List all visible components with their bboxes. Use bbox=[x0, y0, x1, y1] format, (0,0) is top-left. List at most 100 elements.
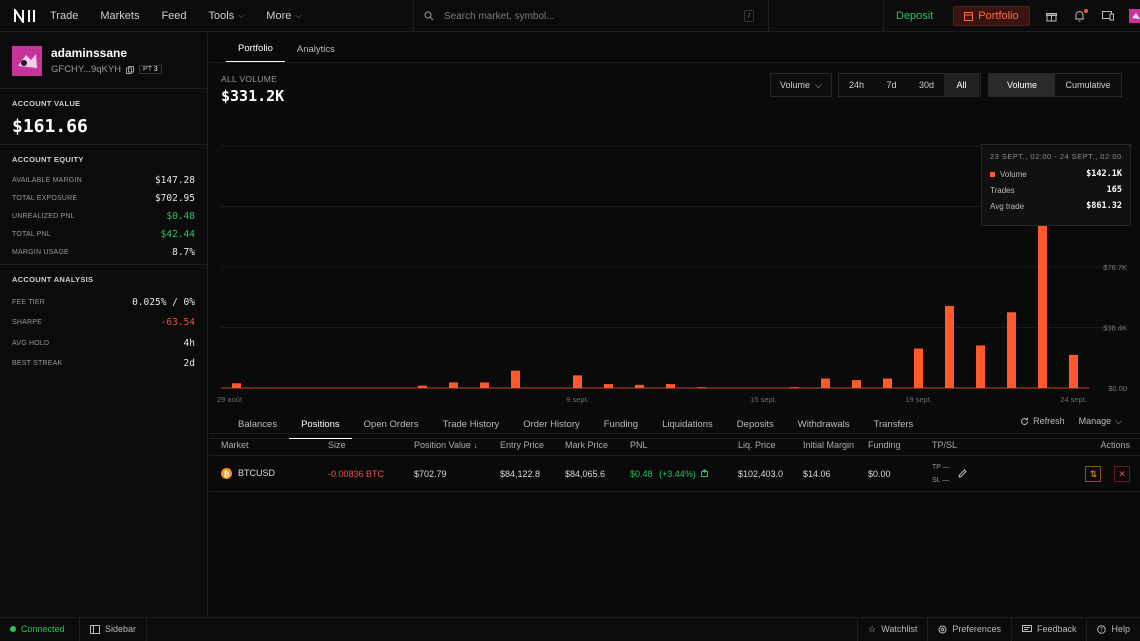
table-header: Market Size Position Value ↓ Entry Price… bbox=[209, 434, 1140, 456]
help-label: Help bbox=[1111, 624, 1130, 634]
volume-bar[interactable] bbox=[511, 370, 520, 388]
deposit-button[interactable]: Deposit bbox=[896, 10, 933, 22]
account-equity-title: ACCOUNT EQUITY bbox=[12, 155, 84, 164]
tooltip-row: Avg trade $861.32 bbox=[990, 198, 1122, 214]
col-entry-price[interactable]: Entry Price bbox=[500, 440, 565, 450]
device-button[interactable] bbox=[1094, 11, 1122, 21]
range-24h[interactable]: 24h bbox=[839, 74, 874, 96]
positions-table: Market Size Position Value ↓ Entry Price… bbox=[209, 434, 1140, 492]
svg-text:₿: ₿ bbox=[223, 469, 229, 478]
nav-trade[interactable]: Trade bbox=[50, 10, 78, 22]
col-initial-margin[interactable]: Initial Margin bbox=[803, 440, 868, 450]
tpsl-cell: TP — SL — bbox=[932, 461, 1022, 487]
col-liq-price[interactable]: Liq. Price bbox=[738, 440, 803, 450]
y-tick-label: $76.7K bbox=[1103, 263, 1127, 272]
analysis-label: FEE TIER bbox=[12, 298, 45, 306]
pnl-value: $0.48 bbox=[630, 468, 653, 479]
volume-bar[interactable] bbox=[418, 385, 427, 388]
tab-portfolio[interactable]: Portfolio bbox=[226, 43, 285, 62]
equity-label: TOTAL PNL bbox=[12, 230, 52, 238]
copy-icon[interactable] bbox=[126, 65, 135, 74]
col-funding[interactable]: Funding bbox=[868, 440, 932, 450]
volume-bar[interactable] bbox=[790, 387, 799, 389]
close-position-button[interactable]: ✕ bbox=[1114, 465, 1130, 482]
gift-button[interactable] bbox=[1038, 11, 1066, 22]
share-icon[interactable] bbox=[701, 468, 709, 477]
col-actions: Actions bbox=[1100, 439, 1130, 450]
account-value-title: ACCOUNT VALUE bbox=[12, 99, 81, 108]
tab-analytics[interactable]: Analytics bbox=[285, 44, 347, 62]
col-pnl[interactable]: PNL bbox=[630, 440, 738, 450]
volume-bar[interactable] bbox=[852, 380, 861, 388]
equity-row: TOTAL EXPOSURE $702.95 bbox=[12, 190, 195, 208]
volume-bar[interactable] bbox=[821, 378, 830, 388]
sidebar-toggle[interactable]: Sidebar bbox=[80, 617, 148, 641]
funding-cell: $0.00 bbox=[868, 468, 891, 479]
liq-price-cell: $102,403.0 bbox=[738, 468, 784, 479]
manage-button[interactable]: Manage ⌵ bbox=[1079, 416, 1122, 427]
mode-volume[interactable]: Volume bbox=[989, 74, 1055, 96]
nav-more[interactable]: More ⌵ bbox=[266, 10, 301, 22]
tooltip-label: Avg trade bbox=[990, 201, 1025, 211]
tooltip-value: $142.1K bbox=[1086, 169, 1122, 179]
wallet-row: GFCHY...9qKYH PT 3 bbox=[51, 64, 162, 75]
volume-bar[interactable] bbox=[914, 348, 923, 388]
analysis-value: 0.025% / 0% bbox=[132, 296, 195, 308]
account-analysis-section: ACCOUNT ANALYSIS FEE TIER 0.025% / 0% SHA… bbox=[0, 265, 207, 384]
volume-bar[interactable] bbox=[573, 375, 582, 388]
volume-bar[interactable] bbox=[883, 378, 892, 388]
refresh-button[interactable]: Refresh bbox=[1020, 416, 1065, 426]
profile-avatar-button[interactable] bbox=[1122, 9, 1140, 23]
metric-select-value: Volume bbox=[780, 80, 811, 90]
gift-icon bbox=[1046, 12, 1058, 21]
actions-cell: ⇅ ✕ bbox=[1022, 465, 1140, 482]
table-row[interactable]: ₿ BTCUSD -0.00836 BTC $702.79 $84,122.8 $… bbox=[209, 456, 1140, 492]
volume-bar[interactable] bbox=[232, 383, 241, 388]
analysis-label: BEST STREAK bbox=[12, 360, 63, 368]
volume-bar[interactable] bbox=[604, 384, 613, 388]
tooltip-value: 165 bbox=[1106, 185, 1122, 195]
points-label: PT bbox=[143, 66, 152, 73]
watchlist-button[interactable]: ☆ Watchlist bbox=[857, 617, 927, 641]
y-tick-label: $38.4K bbox=[1103, 324, 1127, 333]
tooltip-value: $861.32 bbox=[1086, 201, 1122, 211]
logo[interactable] bbox=[0, 8, 50, 23]
edit-pencil-icon[interactable] bbox=[958, 469, 967, 478]
volume-bar[interactable] bbox=[666, 384, 675, 388]
col-position-value[interactable]: Position Value ↓ bbox=[414, 440, 500, 450]
volume-bar[interactable] bbox=[635, 384, 644, 388]
portfolio-button[interactable]: Portfolio bbox=[953, 6, 1030, 26]
range-30d[interactable]: 30d bbox=[909, 74, 944, 96]
range-7d[interactable]: 7d bbox=[874, 74, 909, 96]
volume-bar[interactable] bbox=[480, 382, 489, 388]
x-tick-label: 15 sept. bbox=[750, 395, 777, 404]
sl-row: SL — bbox=[932, 474, 950, 487]
range-all[interactable]: All bbox=[944, 74, 979, 96]
tp-label: TP bbox=[932, 463, 941, 471]
nav-markets[interactable]: Markets bbox=[100, 10, 139, 22]
volume-bar[interactable] bbox=[1069, 354, 1078, 388]
top-nav: Trade Markets Feed Tools⌵ More⌵ / Deposi… bbox=[0, 0, 1140, 32]
search-input[interactable] bbox=[444, 10, 734, 22]
volume-bar[interactable] bbox=[697, 387, 706, 389]
account-analysis-title: ACCOUNT ANALYSIS bbox=[12, 275, 94, 284]
analysis-row: BEST STREAK 2d bbox=[12, 354, 195, 375]
help-button[interactable]: ? Help bbox=[1086, 617, 1140, 641]
feedback-button[interactable]: Feedback bbox=[1010, 617, 1087, 641]
volume-chart[interactable]: $0.00 $38.4K $76.7K 29 août 9 sept. 15 sept. 1… bbox=[209, 64, 1140, 409]
reverse-position-button[interactable]: ⇅ bbox=[1085, 465, 1102, 482]
volume-bar[interactable] bbox=[976, 345, 985, 388]
volume-bar[interactable] bbox=[449, 382, 458, 388]
metric-select[interactable]: Volume ⌵ bbox=[770, 73, 832, 97]
notifications-button[interactable] bbox=[1066, 9, 1094, 22]
nav-feed[interactable]: Feed bbox=[161, 10, 186, 22]
mode-cumulative[interactable]: Cumulative bbox=[1055, 74, 1121, 96]
nav-tools[interactable]: Tools ⌵ bbox=[209, 10, 245, 22]
preferences-button[interactable]: Preferences bbox=[927, 617, 1011, 641]
col-mark-price[interactable]: Mark Price bbox=[565, 440, 630, 450]
col-size[interactable]: Size bbox=[328, 440, 414, 450]
volume-bar[interactable] bbox=[1007, 312, 1016, 388]
star-icon: ☆ bbox=[868, 623, 877, 634]
volume-bar[interactable] bbox=[945, 305, 954, 388]
col-market[interactable]: Market bbox=[209, 440, 328, 450]
